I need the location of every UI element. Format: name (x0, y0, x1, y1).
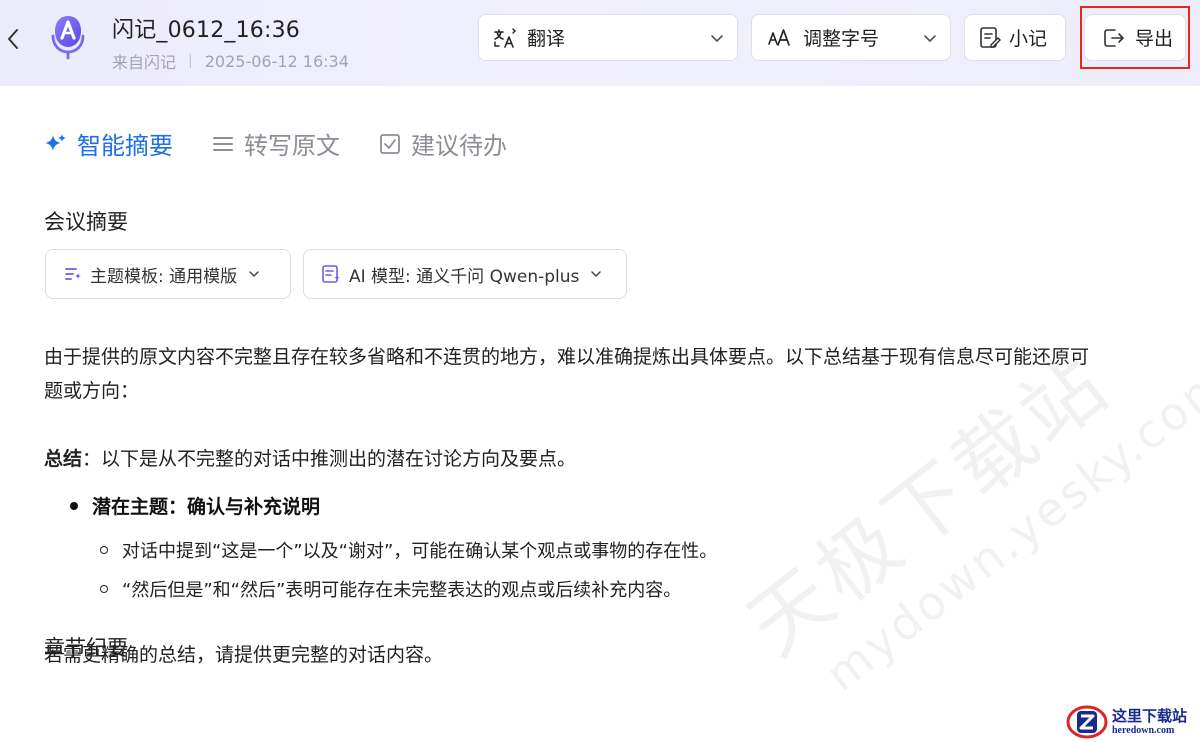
back-button[interactable] (0, 22, 26, 56)
watermark-text: 天极下载站 (731, 335, 1128, 674)
top-bar: 闪记_0612_16:36 来自闪记 | 2025-06-12 16:34 翻译… (0, 0, 1200, 86)
translate-icon (493, 27, 517, 49)
site-logo-name: 这里下载站 (1112, 706, 1188, 725)
tab-suggested-todos[interactable]: 建议待办 (378, 126, 507, 161)
template-label: 主题模板: 通用模版 (90, 266, 238, 287)
bullet-circle (100, 546, 108, 554)
chevron-down-icon (589, 267, 603, 281)
bullet-dot (70, 501, 78, 510)
list-item: 潜在主题：确认与补充说明 (70, 492, 320, 519)
recording-datetime: 2025-06-12 16:34 (204, 51, 349, 71)
ai-model-icon (321, 264, 341, 284)
chevron-left-icon (8, 29, 18, 49)
summary-intro-line-2: 题或方向： (44, 380, 140, 402)
tab-transcript[interactable]: 转写原文 (211, 126, 340, 161)
checkbox-icon (380, 133, 400, 154)
sub-item-text: “然后但是”和“然后”表明可能存在未完整表达的观点或后续补充内容。 (122, 580, 682, 601)
font-size-icon (767, 27, 791, 49)
translate-dropdown[interactable]: 翻译 (478, 14, 738, 61)
sparkle-icon (45, 133, 66, 151)
meta-separator: | (188, 53, 193, 69)
export-icon (1103, 27, 1125, 49)
tab-label: 转写原文 (244, 132, 340, 160)
template-selector[interactable]: 主题模板: 通用模版 (45, 249, 291, 299)
sub-item-text: 对话中提到“这是一个”以及“谢对”，可能在确认某个观点或事物的存在性。 (122, 541, 718, 562)
template-icon (64, 265, 82, 283)
chevron-down-icon (247, 267, 261, 281)
watermark: 天极下载站 mydown.yesky.com (720, 262, 1200, 720)
export-button[interactable]: 导出 (1084, 14, 1186, 61)
export-label: 导出 (1135, 28, 1174, 50)
bullet-title: 潜在主题：确认与补充说明 (92, 496, 321, 518)
app-logo (51, 16, 85, 60)
chevron-down-icon (709, 29, 725, 51)
note-label: 小记 (1009, 28, 1048, 50)
tab-label: 建议待办 (411, 132, 507, 160)
list-item: “然后但是”和“然后”表明可能存在未完整表达的观点或后续补充内容。 (100, 576, 681, 602)
list-icon (213, 136, 233, 151)
main-content: 天极下载站 mydown.yesky.com 智能摘要 转写原文 建议待办 会议… (0, 86, 1200, 742)
watermark-url: mydown.yesky.com (815, 353, 1200, 702)
source-label: 来自闪记 (112, 53, 177, 72)
site-logo-domain: heredown.com (1112, 724, 1175, 736)
tab-smart-summary[interactable]: 智能摘要 (44, 126, 173, 161)
ai-model-selector[interactable]: AI 模型: 通义千问 Qwen-plus (303, 249, 627, 299)
bullet-circle (100, 585, 108, 593)
ai-model-label: AI 模型: 通义千问 Qwen-plus (349, 266, 580, 287)
tab-label: 智能摘要 (77, 132, 173, 160)
meeting-summary-heading: 会议摘要 (44, 210, 128, 234)
note-icon (979, 26, 1001, 50)
summary-text: ：以下是从不完整的对话中推测出的潜在讨论方向及要点。 (82, 448, 577, 470)
summary-statement: 总结：以下是从不完整的对话中推测出的潜在讨论方向及要点。 (44, 442, 576, 476)
list-item: 对话中提到“这是一个”以及“谢对”，可能在确认某个观点或事物的存在性。 (100, 537, 717, 563)
recording-meta: 来自闪记 | 2025-06-12 16:34 (112, 49, 349, 73)
site-logo-icon (1066, 705, 1108, 739)
note-button[interactable]: 小记 (964, 14, 1066, 61)
font-size-dropdown[interactable]: 调整字号 (751, 14, 951, 61)
chevron-down-icon (922, 29, 938, 51)
recording-title: 闪记_0612_16:36 (112, 18, 300, 43)
font-size-label: 调整字号 (803, 28, 880, 50)
view-tabs: 智能摘要 转写原文 建议待办 (44, 126, 507, 161)
summary-intro-line-1: 由于提供的原文内容不完整且存在较多省略和不连贯的地方，难以准确提炼出具体要点。以… (44, 346, 1090, 368)
translate-label: 翻译 (527, 28, 566, 50)
summary-bold-label: 总结 (44, 448, 83, 470)
chapter-notes-heading: 章节纪要 (44, 636, 128, 660)
site-logo: 这里下载站 heredown.com (1066, 702, 1200, 742)
